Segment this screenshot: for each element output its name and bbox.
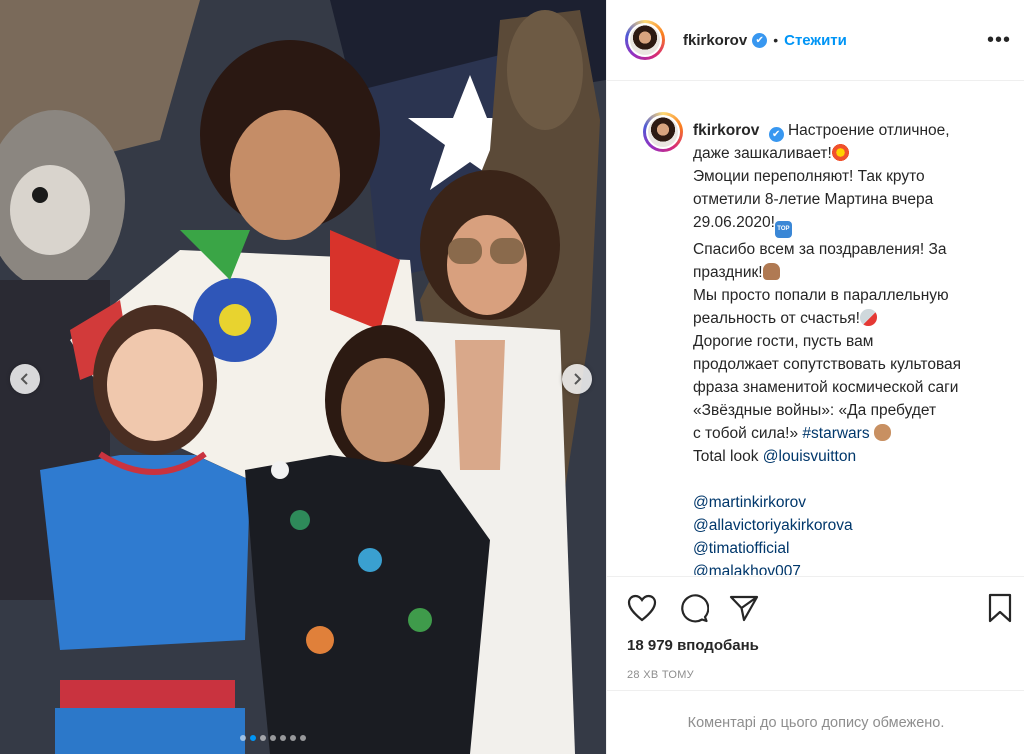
caption-username[interactable]: fkirkorov — [693, 122, 759, 139]
hashtag-link[interactable]: #starwars — [802, 425, 869, 442]
mention-link[interactable]: @martinkirkorov — [693, 491, 1013, 514]
bookmark-icon — [988, 593, 1012, 623]
caption-line: праздник! — [693, 264, 763, 281]
caption-line: 29.06.2020! — [693, 214, 775, 231]
chevron-right-icon — [574, 373, 582, 385]
mention-link[interactable]: @malakhov007 — [693, 560, 1013, 575]
post-side-panel: fkirkorov ✔ • Стежити ••• fkirkorov ✔ На… — [606, 0, 1024, 754]
raised-hands-emoji-icon — [762, 263, 780, 280]
caption-avatar[interactable] — [643, 112, 683, 152]
comment-button[interactable] — [677, 591, 711, 625]
post-header: fkirkorov ✔ • Стежити ••• — [607, 0, 1024, 81]
caption-line: Настроение отличное, — [787, 122, 950, 139]
post-timestamp[interactable]: 28 ХВ ТОМУ — [627, 669, 694, 681]
save-button[interactable] — [983, 591, 1017, 625]
top-arrow-emoji-icon: TOP — [774, 221, 792, 238]
instagram-post: fkirkorov ✔ • Стежити ••• fkirkorov ✔ На… — [0, 0, 1024, 754]
carousel-dot — [250, 735, 256, 741]
like-button[interactable] — [625, 591, 659, 625]
carousel-dot — [290, 735, 296, 741]
post-actions: 18 979 вподобань 28 ХВ ТОМУ — [607, 576, 1024, 687]
caption-line: с тобой сила!» — [693, 425, 799, 442]
photo-scene — [0, 0, 606, 754]
comments-disabled-notice: Коментарі до цього допису обмежено. — [607, 690, 1024, 755]
caption-line: «Звёздные войны»: «Да пребудет — [693, 402, 937, 419]
separator-dot: • — [773, 32, 779, 48]
caption-line: реальность от счастья! — [693, 310, 860, 327]
carousel-dot — [260, 735, 266, 741]
verified-icon: ✔ — [768, 127, 784, 142]
caption-line: отметили 8-летие Мартина вчера — [693, 191, 934, 208]
follow-button[interactable]: Стежити — [784, 32, 847, 49]
mention-link[interactable]: @louisvuitton — [763, 448, 856, 465]
likes-count[interactable]: 18 979 вподобань — [627, 637, 759, 654]
caption-area: fkirkorov ✔ Настроение отличное, даже за… — [607, 80, 1024, 575]
carousel-dot — [270, 735, 276, 741]
carousel-dot — [280, 735, 286, 741]
mention-link[interactable]: @timatiofficial — [693, 537, 1013, 560]
likes-number: 18 979 — [627, 637, 673, 654]
chevron-left-icon — [20, 373, 28, 385]
flexed-biceps-emoji-icon — [873, 424, 891, 441]
share-button[interactable] — [727, 591, 761, 625]
avatar[interactable] — [625, 20, 665, 60]
verified-icon: ✔ — [752, 32, 768, 48]
caption-line: Total look — [693, 448, 759, 465]
caption-text: fkirkorov ✔ Настроение отличное, даже за… — [693, 119, 1013, 575]
username-link[interactable]: fkirkorov — [683, 32, 747, 49]
caption-line: Мы просто попали в параллельную — [693, 287, 949, 304]
likes-word: вподобань — [677, 637, 759, 654]
carousel-dot — [240, 735, 246, 741]
caption-line: Дорогие гости, пусть вам — [693, 333, 874, 350]
heart-icon — [627, 594, 657, 622]
rocket-emoji-icon — [859, 309, 877, 326]
caption-line: Эмоции переполняют! Так круто — [693, 168, 925, 185]
caption-line: даже зашкаливает! — [693, 145, 832, 162]
more-options-button[interactable]: ••• — [987, 30, 1011, 50]
comment-icon — [681, 594, 709, 623]
carousel-indicator — [240, 735, 306, 741]
mention-link[interactable]: @allavictoriyakirkorova — [693, 514, 1013, 537]
caption-line: фраза знаменитой космической саги — [693, 379, 959, 396]
caption-line: Спасибо всем за поздравления! За — [693, 241, 947, 258]
carousel-dot — [300, 735, 306, 741]
caption-line: продолжает сопутствовать культовая — [693, 356, 962, 373]
collision-emoji-icon — [831, 144, 849, 161]
carousel-prev-button[interactable] — [10, 364, 40, 394]
share-icon — [729, 595, 759, 622]
carousel-next-button[interactable] — [562, 364, 592, 394]
post-photo[interactable] — [0, 0, 606, 754]
